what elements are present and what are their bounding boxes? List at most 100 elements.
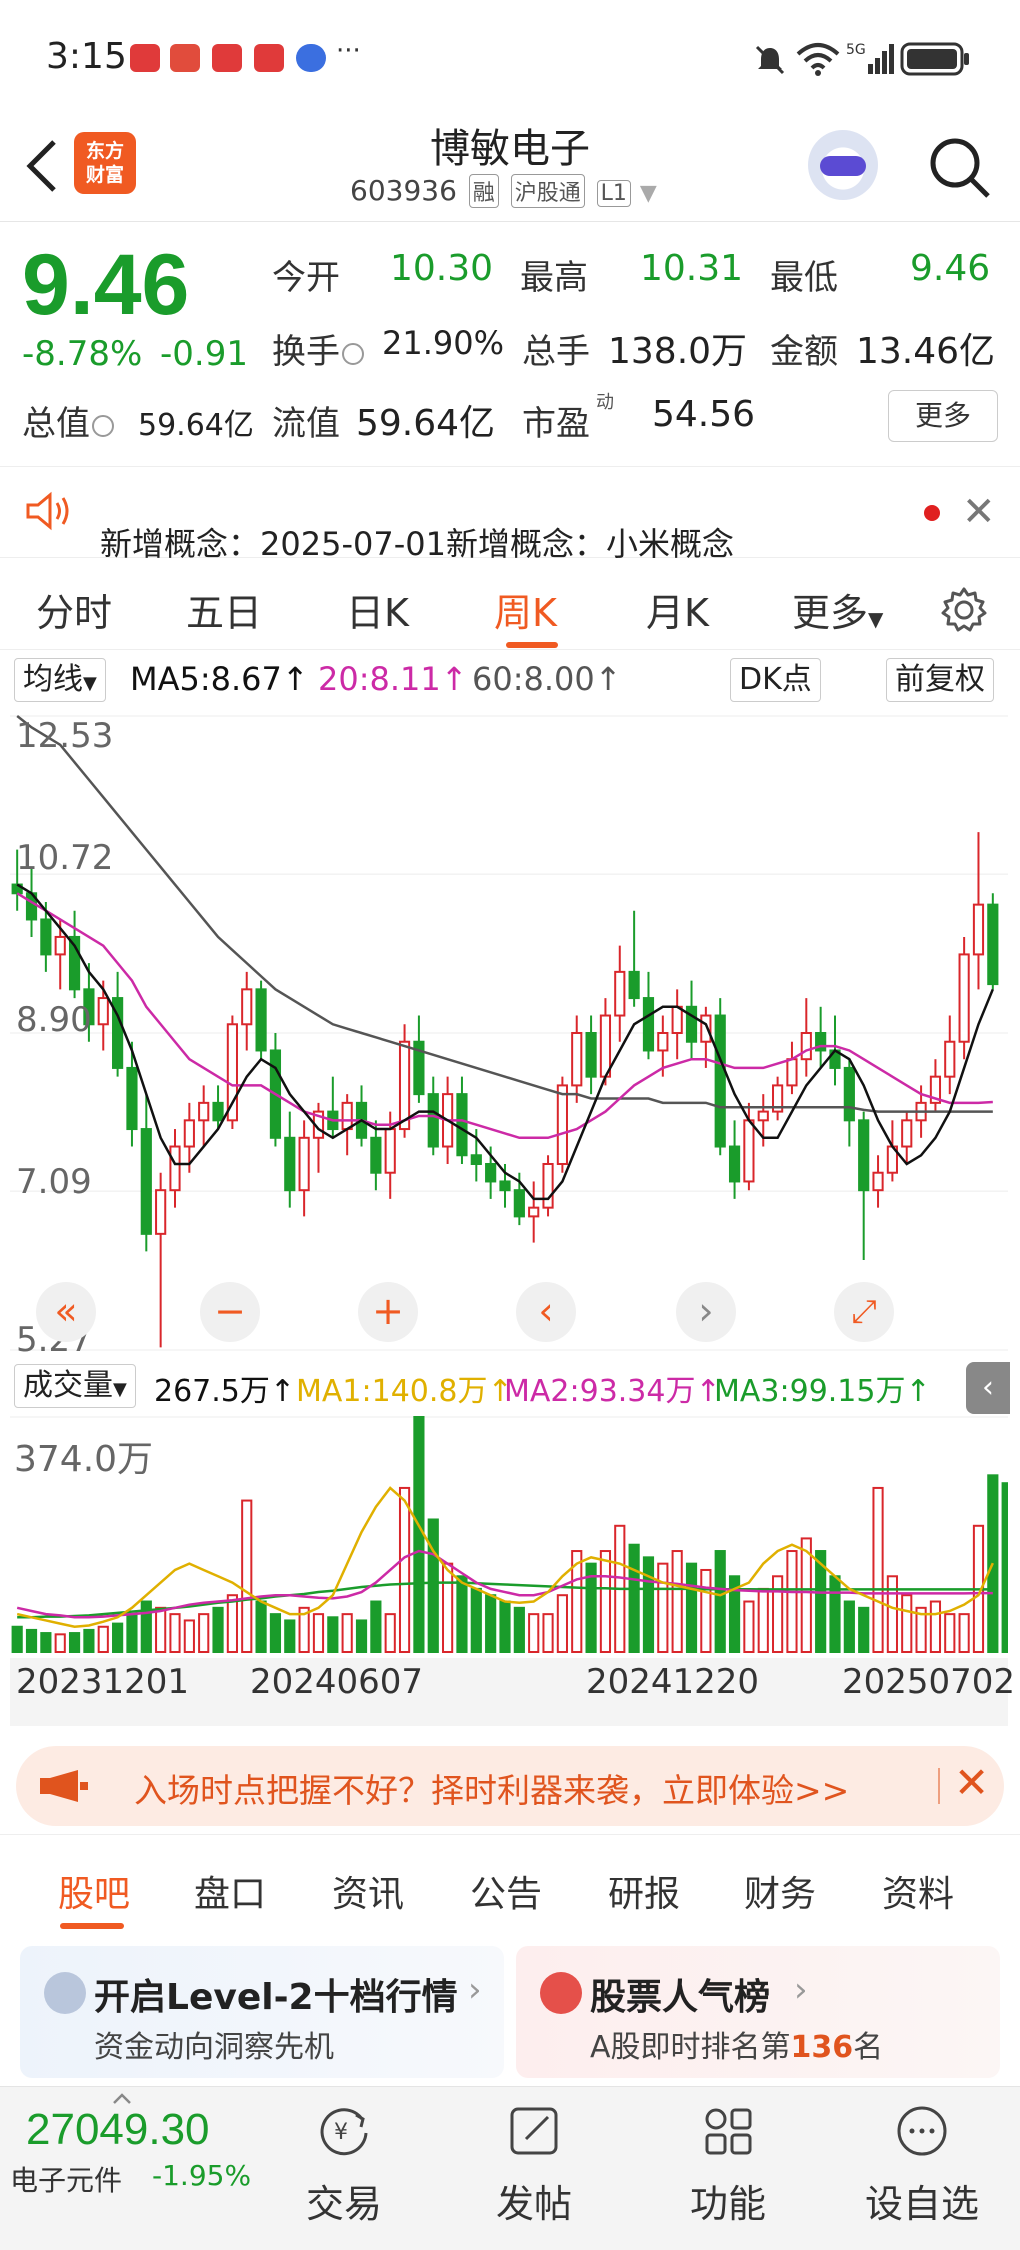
zoom-out-button[interactable]: −	[200, 1282, 260, 1342]
nav-post[interactable]: 发帖	[474, 2103, 594, 2233]
nav-trade[interactable]: ¥ 交易	[284, 2103, 404, 2233]
candle-body	[40, 918, 52, 956]
volume-bar	[929, 1600, 942, 1654]
candle-body	[642, 997, 655, 1052]
chevron-up-icon[interactable]	[112, 2093, 132, 2105]
volume-bar	[599, 1550, 612, 1653]
more-quote-button[interactable]: 更多	[888, 390, 998, 442]
tab-financials[interactable]: 财务	[744, 1865, 816, 1917]
level2-title: 开启Level-2十档行情	[94, 1977, 458, 2018]
tab-weekly-k[interactable]: 周K	[494, 582, 557, 637]
turnover-value: 21.90%	[382, 324, 505, 362]
gear-icon[interactable]	[940, 586, 988, 634]
tab-profile[interactable]: 资料	[882, 1865, 954, 1917]
promo-banner[interactable]: 入场时点把握不好？择时利器来袭，立即体验>> ✕	[16, 1746, 1004, 1826]
volume-bar	[68, 1632, 81, 1653]
volume-bar	[1001, 1482, 1008, 1654]
volume-bar	[97, 1625, 109, 1653]
fullscreen-expand-icon[interactable]: ⤢	[834, 1282, 894, 1342]
popularity-card[interactable]: 股票人气榜 › A股即时排名第136名	[516, 1946, 1000, 2078]
scroll-right-button[interactable]: ›	[676, 1282, 736, 1342]
ai-assistant-robot-icon[interactable]	[808, 130, 878, 200]
volume-bar	[944, 1613, 956, 1653]
adjust-dropdown[interactable]: 前复权	[886, 658, 994, 702]
mktcap-value: 59.64亿	[138, 408, 254, 443]
pe-label: 市盈	[522, 404, 590, 444]
concept-notice[interactable]: 新增概念：2025-07-01新增概念：小米概念 ✕	[0, 466, 1020, 563]
collapse-panel-button[interactable]: ‹	[966, 1362, 1010, 1414]
candlestick-chart[interactable]	[10, 710, 1008, 1358]
app-notification-icon	[170, 44, 200, 72]
volume-chart[interactable]	[10, 1416, 1008, 1656]
battery-icon	[900, 42, 969, 76]
ma-type-dropdown[interactable]: 均线▼	[14, 658, 106, 702]
volume-bar	[112, 1622, 124, 1653]
nav-functions[interactable]: 功能	[668, 2103, 788, 2233]
sector-name[interactable]: 电子元件	[10, 2159, 122, 2199]
amount-value: 13.46亿	[856, 331, 996, 372]
candle-body	[728, 1145, 741, 1183]
volume-bar	[700, 1568, 712, 1653]
dropdown-arrow-icon[interactable]: ▼	[640, 181, 657, 206]
info-icon[interactable]	[342, 342, 364, 365]
promo-close-icon[interactable]: ✕	[954, 1758, 989, 1807]
sector-index-value[interactable]: 27049.30	[26, 2105, 210, 2155]
rewind-button[interactable]: «	[36, 1282, 96, 1342]
stock-header: 东方 财富 博敏电子 603936 融 沪股通 L1 ▼	[0, 110, 1020, 222]
date-label: 20241220	[586, 1662, 760, 1702]
candle-body	[370, 1136, 382, 1174]
volume-bar	[398, 1486, 411, 1654]
float-value: 59.64亿	[356, 403, 496, 444]
speaker-icon	[26, 491, 69, 531]
level2-icon	[44, 1972, 86, 2014]
volume-bar	[370, 1600, 382, 1654]
ma5-value: MA5:8.67↑	[130, 660, 309, 698]
volume-bar	[456, 1575, 468, 1653]
volume-bar	[528, 1613, 540, 1653]
tab-news[interactable]: 资讯	[332, 1865, 404, 1917]
tab-orderbook[interactable]: 盘口	[194, 1865, 266, 1917]
candle-body	[212, 1101, 224, 1122]
volume-bar	[169, 1613, 181, 1653]
zoom-in-button[interactable]: +	[358, 1282, 418, 1342]
notice-close-icon[interactable]: ✕	[962, 489, 996, 535]
search-icon[interactable]	[926, 134, 992, 200]
tab-research[interactable]: 研报	[608, 1865, 680, 1917]
volume-bar	[255, 1600, 267, 1654]
vol-ma2-value: MA2:93.34万↑	[504, 1374, 721, 1409]
tab-daily-k[interactable]: 日K	[346, 582, 409, 637]
candle-body	[800, 1032, 812, 1061]
candle-body	[183, 1119, 195, 1148]
volume-bar	[470, 1587, 482, 1653]
mktcap-label: 总值	[22, 396, 114, 445]
candle-body	[341, 1101, 353, 1131]
dk-point-button[interactable]: DK点	[730, 658, 821, 702]
tab-guba[interactable]: 股吧	[58, 1865, 130, 1917]
candle-body	[786, 1058, 798, 1087]
tab-five-day[interactable]: 五日	[186, 582, 262, 637]
y-axis-label: 8.90	[16, 1000, 92, 1040]
status-bar: 3:15 ··· 5G	[0, 0, 1020, 110]
level2-card[interactable]: 开启Level-2十档行情 › 资金动向洞察先机	[20, 1946, 504, 2078]
svg-text:5G: 5G	[846, 42, 866, 58]
candle-body	[556, 1084, 568, 1165]
trade-yen-icon: ¥	[320, 2108, 368, 2156]
grid-functions-icon	[705, 2108, 752, 2155]
tab-monthly-k[interactable]: 月K	[646, 582, 709, 637]
scroll-left-button[interactable]: ‹	[516, 1282, 576, 1342]
volume-bar	[843, 1600, 855, 1654]
tab-more[interactable]: 更多▼	[792, 582, 883, 637]
volume-bar	[241, 1499, 253, 1653]
candle-body	[470, 1154, 482, 1165]
pe-value: 54.56	[652, 394, 756, 435]
tab-intraday[interactable]: 分时	[36, 582, 112, 637]
volume-bar	[858, 1606, 870, 1653]
volume-type-dropdown[interactable]: 成交量▼	[14, 1364, 136, 1408]
info-icon[interactable]	[92, 414, 114, 437]
volume-bar	[743, 1600, 755, 1654]
candle-body	[628, 970, 640, 1000]
volume-bar	[442, 1562, 454, 1654]
pe-dynamic-mark: 动	[596, 392, 614, 413]
tab-announcements[interactable]: 公告	[470, 1865, 542, 1917]
nav-add-watchlist[interactable]: 设自选	[862, 2103, 982, 2233]
